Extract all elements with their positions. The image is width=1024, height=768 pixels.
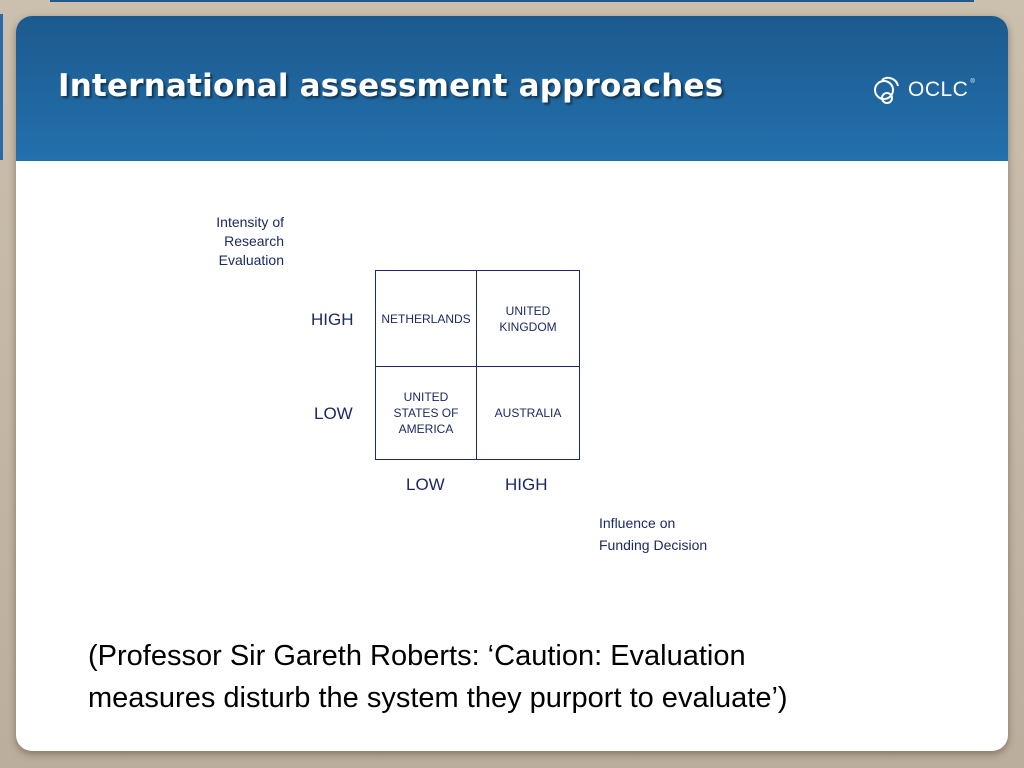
x-axis-title-line: Funding Decision xyxy=(599,537,708,553)
slide-header: International assessment approaches OCLC… xyxy=(16,16,1008,161)
cell-low-intensity-low-influence: UNITED STATES OF AMERICA xyxy=(376,367,477,459)
y-axis-title-line: Research xyxy=(224,233,284,249)
cell-high-intensity-high-influence: UNITED KINGDOM xyxy=(477,271,579,367)
cell-low-intensity-high-influence: AUSTRALIA xyxy=(477,367,579,459)
logo-text: OCLC xyxy=(908,78,969,101)
cell-label-line: AUSTRALIA xyxy=(494,406,562,420)
quote-line: (Professor Sir Gareth Roberts: ‘Caution:… xyxy=(88,640,746,672)
cell-label-line: KINGDOM xyxy=(499,319,557,334)
x-tick-low: LOW xyxy=(406,475,445,494)
oclc-logo-icon xyxy=(874,76,899,104)
x-axis-title-line: Influence on xyxy=(599,515,676,531)
x-axis-title: Influence on Funding Decision xyxy=(599,512,707,556)
y-axis-title-line: Intensity of xyxy=(216,214,284,230)
y-axis-title: Intensity of Research Evaluation xyxy=(196,213,284,270)
slide: International assessment approaches OCLC… xyxy=(16,16,1008,751)
cell-label-line: UNITED xyxy=(403,390,449,404)
slide-title: International assessment approaches xyxy=(58,68,724,104)
logo-registered-mark: ® xyxy=(970,79,975,85)
left-accent xyxy=(0,14,3,160)
cell-label-line: NETHERLANDS xyxy=(381,311,471,326)
quote-text: (Professor Sir Gareth Roberts: ‘Caution:… xyxy=(88,635,968,719)
quote-line: measures disturb the system they purport… xyxy=(88,682,788,714)
y-axis-title-line: Evaluation xyxy=(218,252,284,268)
cell-label-line: STATES OF xyxy=(393,406,459,420)
x-tick-high: HIGH xyxy=(505,475,548,494)
y-tick-low: LOW xyxy=(314,404,353,423)
cell-high-intensity-low-influence: NETHERLANDS xyxy=(376,271,477,367)
y-tick-high: HIGH xyxy=(311,310,354,329)
quadrant-grid: NETHERLANDS UNITED KINGDOM UNITED STATES… xyxy=(375,270,580,460)
cell-label-line: UNITED xyxy=(505,303,551,318)
cell-label-line: AMERICA xyxy=(398,422,454,436)
top-rule xyxy=(50,0,974,2)
oclc-logo: OCLC ® xyxy=(872,72,977,108)
